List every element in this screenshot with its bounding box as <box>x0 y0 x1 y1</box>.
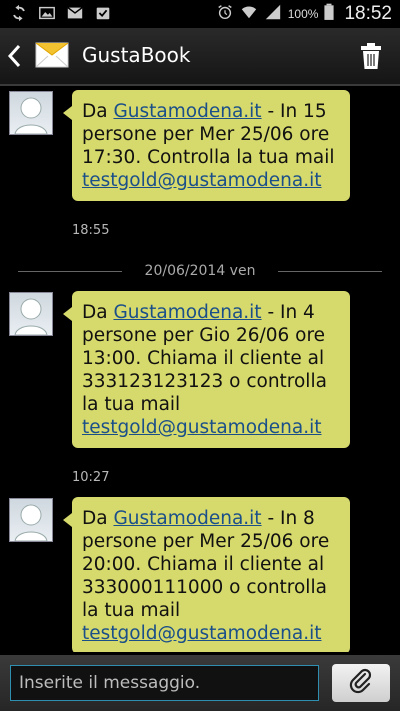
sender-link[interactable]: Gustamodena.it <box>113 101 261 122</box>
gmail-icon <box>66 4 84 26</box>
separator-line <box>278 271 382 272</box>
wifi-icon <box>240 3 258 25</box>
email-link[interactable]: testgold@gustamodena.it <box>82 417 321 438</box>
alarm-icon <box>216 3 234 25</box>
envelope-icon <box>34 37 70 73</box>
attach-button[interactable] <box>332 664 390 702</box>
message-prefix: Da <box>82 302 114 323</box>
message-time: 10:27 <box>72 470 110 485</box>
app-bar: GustaBook <box>0 28 400 86</box>
paperclip-icon <box>348 668 374 698</box>
signal-icon <box>264 3 282 25</box>
message-bubble[interactable]: Da Gustamodena.it - In 8 persone per Mer… <box>63 497 350 652</box>
image-icon <box>38 4 56 26</box>
message-time: 18:55 <box>72 223 110 238</box>
composer-bar <box>0 655 400 711</box>
message-bubble[interactable]: Da Gustamodena.it - In 15 persone per Me… <box>63 90 350 201</box>
battery-percentage: 100% <box>287 7 319 21</box>
message-bubble[interactable]: Da Gustamodena.it - In 4 persone per Gio… <box>63 291 350 448</box>
contact-avatar[interactable] <box>9 292 53 336</box>
message-prefix: Da <box>82 508 114 529</box>
sender-link[interactable]: Gustamodena.it <box>113 508 261 529</box>
contact-avatar[interactable] <box>9 498 53 542</box>
battery-icon <box>324 3 335 25</box>
contact-avatar[interactable] <box>9 91 53 135</box>
status-system: 100% 18:52 <box>216 3 392 25</box>
back-chevron-icon[interactable] <box>6 43 22 69</box>
status-bar: 100% 18:52 <box>0 0 400 28</box>
email-link[interactable]: testgold@gustamodena.it <box>82 623 321 644</box>
email-link[interactable]: testgold@gustamodena.it <box>82 170 321 191</box>
task-check-icon <box>94 4 112 26</box>
date-separator: 20/06/2014 ven <box>18 262 382 282</box>
conversation-title: GustaBook <box>82 43 191 67</box>
message-list[interactable]: Da Gustamodena.it - In 15 persone per Me… <box>0 86 400 652</box>
sender-link[interactable]: Gustamodena.it <box>113 302 261 323</box>
trash-icon[interactable] <box>360 42 382 70</box>
status-notifications <box>10 4 112 26</box>
message-prefix: Da <box>82 101 114 122</box>
sync-icon <box>10 4 28 26</box>
clock: 18:52 <box>344 3 392 24</box>
message-input[interactable] <box>10 665 319 701</box>
